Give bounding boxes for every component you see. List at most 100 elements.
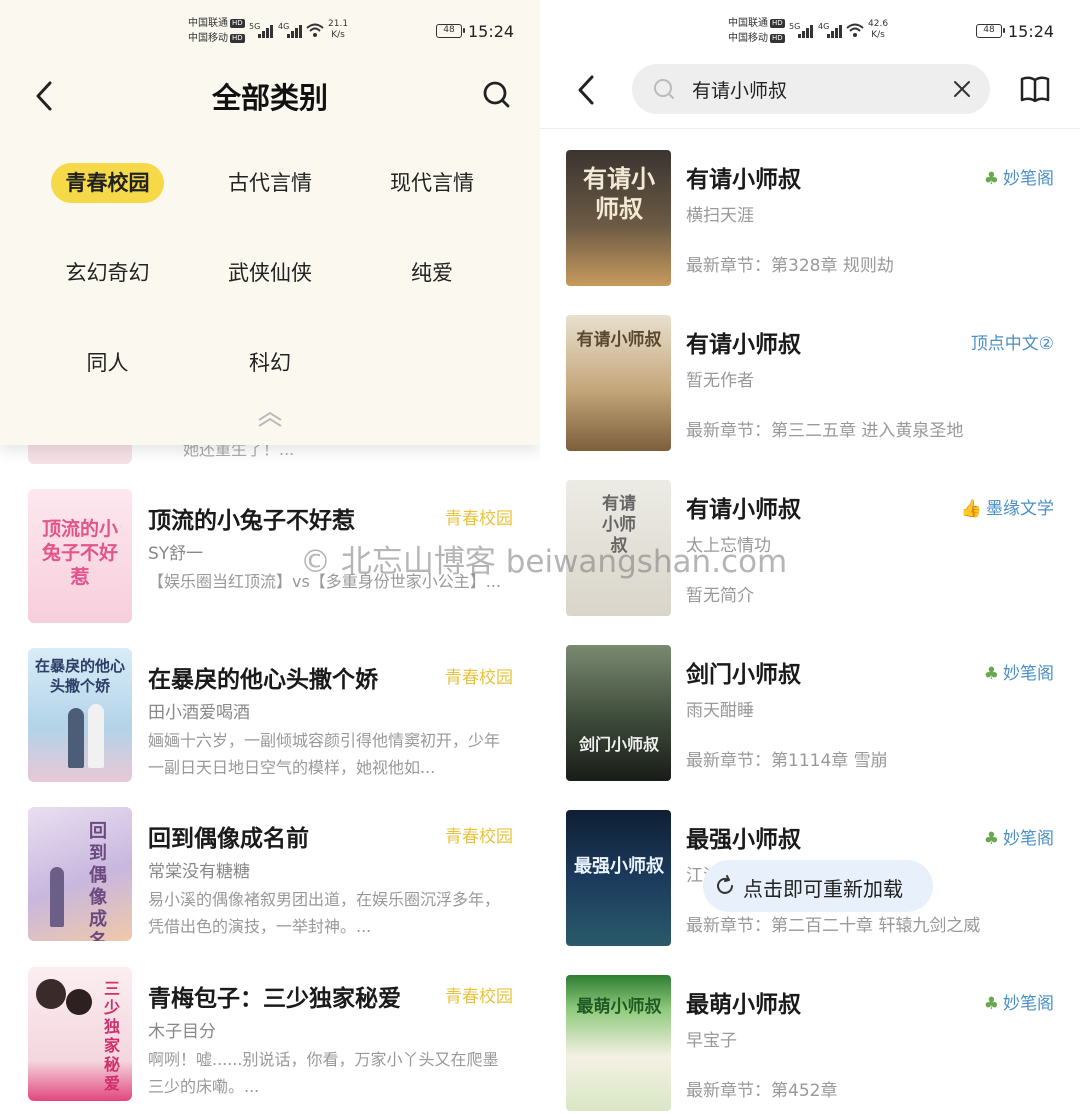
battery-icon: 48 — [976, 24, 1005, 38]
clear-search-icon[interactable] — [952, 79, 972, 99]
book-source[interactable]: ♣ 妙笔阁 — [984, 164, 1054, 189]
carrier-1: 中国联通 — [188, 18, 228, 29]
book-source[interactable]: ♣ 妙笔阁 — [984, 659, 1054, 684]
search-input[interactable]: 有请小师叔 — [632, 64, 990, 114]
book-author: 暂无作者 — [686, 371, 754, 391]
reload-label: 点击即可重新加载 — [743, 877, 903, 901]
book-title: 有请小师叔 — [686, 497, 801, 523]
carrier-1: 中国联通 — [728, 18, 768, 29]
carrier-info: 中国联通 HD 中国移动 HD — [728, 16, 785, 46]
hd-badge: HD — [230, 19, 245, 28]
category-chunai[interactable]: 纯爱 — [376, 253, 488, 293]
search-result-item[interactable]: 有请小师叔 有请小师叔 顶点中文② 暂无作者 最新章节：第三二五章 进入黄泉圣地 — [540, 315, 1080, 465]
carrier-2: 中国移动 — [728, 33, 768, 44]
book-author: 早宝子 — [686, 1031, 737, 1051]
carrier-info: 中国联通 HD 中国移动 HD — [188, 16, 245, 46]
search-result-item[interactable]: 剑门小师叔 剑门小师叔 ♣ 妙笔阁 雨天酣睡 最新章节：第1114章 雪崩 — [540, 645, 1080, 795]
book-cover: 有请小师叔 — [566, 150, 671, 286]
search-result-item[interactable]: 最萌小师叔 最萌小师叔 ♣ 妙笔阁 早宝子 最新章节：第452章 — [540, 975, 1080, 1114]
book-title: 在暴戾的他心头撒个娇 — [148, 667, 378, 693]
category-xuanhuan-qihuan[interactable]: 玄幻奇幻 — [51, 253, 164, 293]
latest-chapter: 最新章节：第328章 规则劫 — [686, 256, 894, 276]
book-category-tag: 青春校园 — [445, 827, 513, 847]
status-bar: 中国联通 HD 中国移动 HD 5G 4G 42.6 K/s 48 15:24 — [540, 14, 1080, 50]
book-author: 田小酒爱喝酒 — [148, 703, 250, 723]
book-source[interactable]: 顶点中文② — [971, 329, 1054, 354]
network-speed: 21.1 K/s — [328, 19, 349, 40]
hd-badge: HD — [230, 34, 245, 43]
refresh-icon — [717, 875, 733, 894]
clock: 15:24 — [1008, 22, 1055, 41]
hd-badge: HD — [770, 19, 785, 28]
search-result-item[interactable]: 有请小师叔 有请小师叔 ♣ 妙笔阁 横扫天涯 最新章节：第328章 规则劫 — [540, 150, 1080, 300]
book-title: 回到偶像成名前 — [148, 826, 309, 852]
book-description: 易小溪的偶像褚叙男团出道，在娱乐圈沉浮多年，凭借出色的演技，一举封神。... — [148, 890, 501, 936]
status-bar: 中国联通 HD 中国移动 HD 5G 4G 21.1 K/s 48 15:24 — [0, 14, 540, 50]
latest-chapter: 最新章节：第1114章 雪崩 — [686, 751, 888, 771]
book-title: 最萌小师叔 — [686, 992, 801, 1018]
category-wuxia-xianxia[interactable]: 武侠仙侠 — [214, 253, 326, 293]
page-title: 全部类别 — [211, 81, 328, 115]
book-list-item[interactable]: 回到偶像成名前 回到偶像成名前 青春校园 常棠没有糖糖 易小溪的偶像褚叙男团出道… — [0, 807, 540, 957]
book-list-item[interactable]: 三少独家秘爱 青梅包子：三少独家秘爱 青春校园 木子目分 啊咧！嘘......别… — [0, 967, 540, 1114]
clover-icon: ♣ — [983, 994, 999, 1014]
book-cover: 在暴戾的他心头撒个娇 — [28, 648, 132, 782]
latest-chapter: 暂无简介 — [686, 586, 754, 606]
category-tongren[interactable]: 同人 — [51, 343, 164, 383]
book-cover: 最萌小师叔 — [566, 975, 671, 1111]
search-results-list: 有请小师叔 有请小师叔 ♣ 妙笔阁 横扫天涯 最新章节：第328章 规则劫 有请小… — [540, 128, 1080, 1114]
book-title: 顶流的小兔子不好惹 — [148, 508, 355, 534]
search-icon[interactable] — [481, 78, 513, 110]
book-title: 青梅包子：三少独家秘爱 — [148, 986, 401, 1012]
latest-chapter: 最新章节：第452章 — [686, 1081, 838, 1101]
category-qingchun-xiaoyuan[interactable]: 青春校园 — [51, 163, 164, 203]
latest-chapter: 最新章节：第三二五章 进入黄泉圣地 — [686, 421, 964, 441]
latest-chapter: 最新章节：第二百二十章 轩辕九剑之威 — [686, 916, 981, 936]
watermark: © 北忘山博客 beiwangshan.com — [300, 544, 788, 580]
book-source[interactable]: 👍 墨缘文学 — [961, 494, 1054, 519]
book-cover: 剑门小师叔 — [566, 645, 671, 781]
book-title: 有请小师叔 — [686, 167, 801, 193]
hd-badge: HD — [770, 34, 785, 43]
book-title: 剑门小师叔 — [686, 662, 801, 688]
reload-toast[interactable]: 点击即可重新加载 — [703, 860, 933, 912]
book-author: 木子目分 — [148, 1022, 216, 1042]
search-icon — [654, 79, 674, 99]
book-cover: 回到偶像成名前 — [28, 807, 132, 941]
search-query: 有请小师叔 — [692, 80, 788, 102]
book-category-tag: 青春校园 — [445, 987, 513, 1007]
book-description: 啊咧！嘘......别说话，你看，万家小丫头又在爬墨三少的床嘞。... — [148, 1050, 499, 1096]
book-category-tag: 青春校园 — [445, 668, 513, 688]
clover-icon: ♣ — [983, 829, 999, 849]
book-author: 常棠没有糖糖 — [148, 862, 250, 882]
network-speed: 42.6 K/s — [868, 19, 889, 40]
category-kehuan[interactable]: 科幻 — [214, 343, 326, 383]
back-arrow-icon[interactable] — [572, 70, 602, 110]
book-title: 最强小师叔 — [686, 827, 801, 853]
category-gudai-yanqing[interactable]: 古代言情 — [214, 163, 326, 203]
category-xiandai-yanqing[interactable]: 现代言情 — [376, 163, 488, 203]
clover-icon: ♣ — [983, 169, 999, 189]
book-list-item[interactable]: 在暴戾的他心头撒个娇 在暴戾的他心头撒个娇 青春校园 田小酒爱喝酒 婳婳十六岁，… — [0, 648, 540, 798]
carrier-2: 中国移动 — [188, 33, 228, 44]
book-source[interactable]: ♣ 妙笔阁 — [984, 989, 1054, 1014]
book-cover: 有请小师叔 — [566, 315, 671, 451]
book-title: 有请小师叔 — [686, 332, 801, 358]
book-category-tag: 青春校园 — [445, 509, 513, 529]
bookshelf-icon[interactable] — [1018, 72, 1052, 106]
book-cover: 三少独家秘爱 — [28, 967, 132, 1101]
signal-bars-icon — [258, 24, 274, 38]
book-author: SY舒一 — [148, 544, 204, 564]
book-cover: 最强小师叔 — [566, 810, 671, 946]
signal-bars-icon — [287, 24, 303, 38]
battery-icon: 48 — [436, 24, 465, 38]
book-source[interactable]: ♣ 妙笔阁 — [984, 824, 1054, 849]
book-author: 横扫天涯 — [686, 206, 754, 226]
signal-bars-icon — [798, 24, 814, 38]
category-panel: 中国联通 HD 中国移动 HD 5G 4G 21.1 K/s 48 15:24 全部类… — [0, 0, 540, 445]
book-description: 婳婳十六岁，一副倾城容颜引得他情窦初开，少年一副日天日地日空气的模样，她视他如.… — [148, 731, 501, 777]
collapse-chevron-icon[interactable] — [255, 408, 285, 430]
clover-icon: ♣ — [983, 664, 999, 684]
book-cover: 顶流的小兔子不好惹 — [28, 489, 132, 623]
thumbs-up-icon: 👍 — [960, 499, 982, 519]
